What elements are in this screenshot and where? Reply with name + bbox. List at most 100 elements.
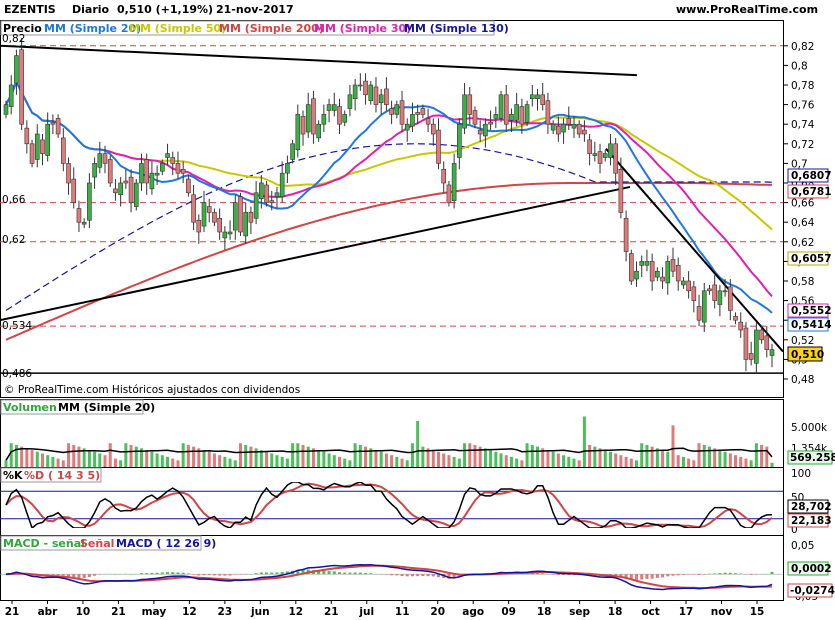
macd-histogram-bar [546,573,550,575]
volume-bar [676,455,680,467]
volume-bar [509,456,513,467]
candle-down [660,276,665,282]
volume-bar [390,455,394,467]
candle-down [691,286,697,301]
volume-bar [640,443,644,467]
candle-down [472,110,478,125]
badge-macd-signal: 0,0002 [791,563,832,575]
candle-up [133,182,139,207]
candle-up [149,172,155,190]
macd-histogram-bar [93,574,97,576]
volume-bar [525,443,529,467]
volume-bar [635,460,639,467]
macd-histogram-bar [275,572,279,575]
candle-down [759,329,764,341]
candle-down [337,106,342,125]
volume-bar [593,446,597,467]
macd-histogram-bar [82,574,86,579]
macd-histogram-bar [744,574,748,575]
stock-chart[interactable]: Precio MM (Simple 20) MM (Simple 50) MM … [0,20,835,620]
macd-histogram-bar [270,572,274,575]
candle-down [764,335,770,350]
volume-bar [67,443,71,467]
candle-down [55,118,61,135]
candle-up [701,290,707,323]
candle-down [175,163,181,174]
volume-bar [650,446,654,467]
candle-up [118,182,123,196]
macd-histogram-bar [61,574,65,576]
macd-histogram-bar [749,574,753,575]
macd-histogram-bar [244,574,248,575]
volume-bar [723,451,727,467]
macd-histogram-bar [734,573,738,575]
legend-sma20: MM (Simple 20) [44,22,141,35]
candle-up [509,114,514,121]
macd-histogram-bar [374,573,378,575]
volume-bar [332,455,336,467]
candle-up [331,104,337,111]
macd-histogram-bar [166,572,170,575]
volume-bar [416,420,420,467]
badge-d: 22,183 [791,515,832,527]
level-label-066: 0,66 [2,194,26,206]
macd-histogram-bar [134,573,138,575]
macd-histogram-bar [666,574,670,577]
badge-sma130: 0,6807 [791,170,832,182]
legend-macd-hist: MACD - señal [3,537,85,550]
x-tick-label: 18 [537,606,552,618]
candle-down [66,163,71,184]
candle-down [311,98,316,135]
badge-sma20: 0,5414 [791,319,832,331]
candle-up [274,192,280,198]
volume-bar [681,456,685,467]
macd-histogram-bar [358,572,362,575]
candle-up [8,84,14,107]
candle-up [410,114,415,127]
volume-bar [572,458,576,467]
candle-up [514,104,519,121]
volume-bar [379,451,383,467]
price-panel[interactable] [0,20,784,398]
candle-down [649,261,655,282]
volume-bar [87,450,91,467]
volume-bar [410,443,414,467]
volume-bar [489,450,493,467]
candle-down [670,259,676,272]
date-label: 21-nov-2017 [216,3,294,16]
candle-down [384,88,389,105]
legend-macd-signal: Señal [80,537,114,550]
macd-histogram-bar [322,570,326,575]
macd-histogram-bar [197,574,201,576]
candle-up [358,84,363,87]
y-tick-label: 0,58 [791,276,814,288]
volume-bar [624,456,628,467]
candle-down [399,100,405,125]
macd-histogram-bar [113,574,117,575]
legend-sma50: MM (Simple 50) [129,22,226,35]
volume-bar [98,453,102,467]
candle-up [722,290,728,293]
x-tick-label: 17 [679,606,694,618]
macd-legend: MACD - señal Señal MACD ( 12 26 9) [0,535,216,551]
candle-up [342,114,348,123]
y-tick-label: 0,8 [791,60,808,72]
volume-bar [218,455,222,467]
candle-down [446,184,452,203]
volume-bar [337,456,341,467]
volume-bar [35,451,39,467]
candle-up [524,104,530,123]
candle-up [352,84,358,100]
candle-down [436,129,441,164]
volume-bar [186,444,190,467]
candle-up [571,123,577,129]
macd-histogram-bar [207,574,211,576]
macd-histogram-bar [728,572,732,575]
macd-histogram-bar [765,573,769,575]
candle-up [634,270,639,280]
macd-histogram-bar [400,574,404,577]
candle-down [696,306,702,321]
level-label-062: 0,62 [2,234,25,246]
candle-up [201,202,207,227]
volume-bar [760,444,764,467]
